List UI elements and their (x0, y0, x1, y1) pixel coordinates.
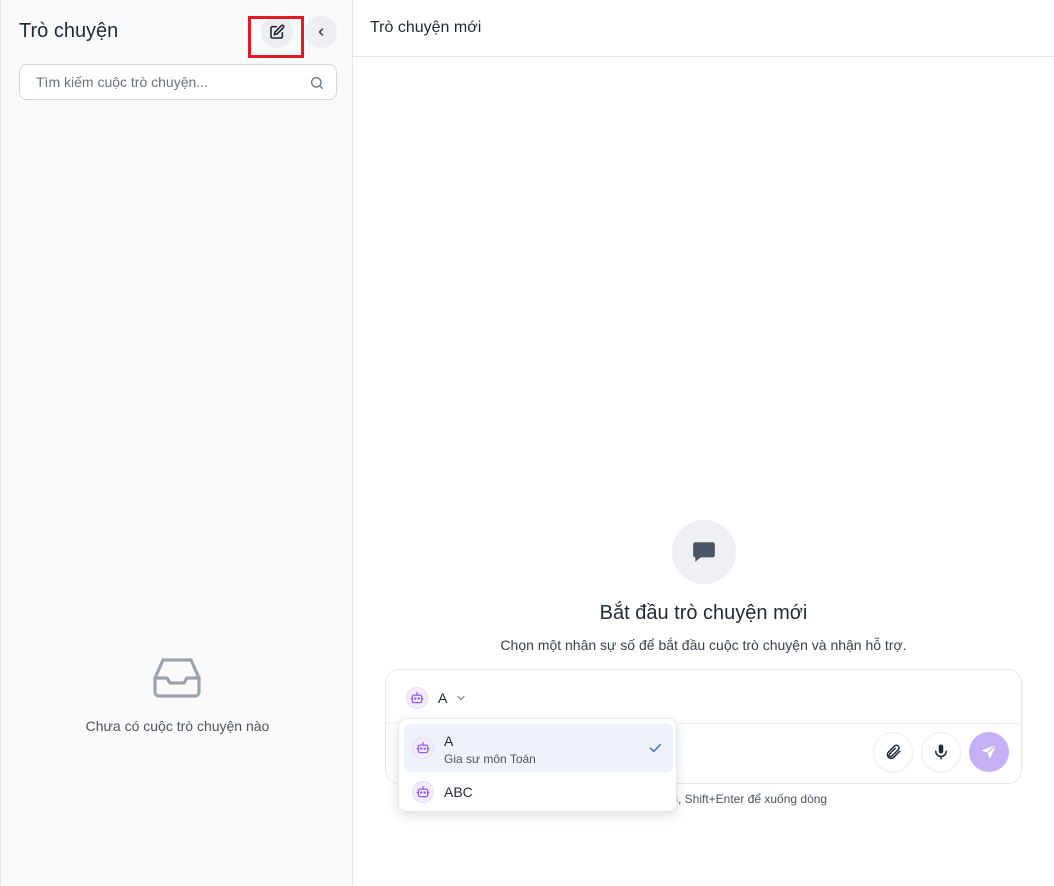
page-title: Trò chuyện mới (370, 19, 482, 36)
chat-bubble-icon (693, 542, 715, 562)
chevron-left-icon (318, 28, 324, 36)
bot-icon (416, 786, 430, 798)
chevron-down-icon (457, 695, 465, 701)
sidebar: Trò chuyện Chưa có cuộc trò chuyện nào (0, 0, 353, 886)
send-icon (981, 744, 997, 759)
selected-agent-name: A (438, 690, 448, 706)
agent-option-description: Gia sư môn Toán (444, 752, 536, 766)
search-input[interactable] (20, 65, 336, 99)
paperclip-icon (886, 744, 901, 760)
collapse-sidebar-button[interactable] (305, 16, 337, 48)
microphone-button[interactable] (921, 732, 961, 772)
chat-bubble-badge (672, 520, 736, 584)
bot-avatar (412, 781, 434, 803)
welcome-subtitle: Chọn một nhân sự số để bắt đầu cuộc trò … (500, 637, 907, 653)
app-root: Trò chuyện Chưa có cuộc trò chuyện nào (0, 0, 1054, 886)
edit-icon (270, 24, 285, 39)
inbox-icon (153, 658, 201, 698)
microphone-icon (935, 744, 947, 760)
new-chat-button[interactable] (261, 16, 293, 48)
welcome-title: Bắt đầu trò chuyện mới (599, 602, 808, 624)
agent-dropdown: A Gia sư môn Toán ABC (398, 718, 677, 812)
check-icon (649, 743, 662, 753)
agent-option-name: A (444, 733, 454, 749)
bot-avatar (406, 687, 428, 709)
empty-state-text: Chưa có cuộc trò chuyện nào (85, 718, 270, 734)
agent-option-a[interactable]: A Gia sư môn Toán (404, 724, 673, 772)
sidebar-title: Trò chuyện (19, 20, 119, 42)
attach-button[interactable] (873, 732, 913, 772)
main-header: Trò chuyện mới (353, 0, 1054, 57)
search-icon[interactable] (309, 75, 325, 91)
agent-option-abc[interactable]: ABC (404, 776, 673, 808)
bot-icon (410, 692, 424, 704)
bot-icon (416, 742, 430, 754)
search-box (19, 64, 337, 100)
bot-avatar (412, 737, 434, 759)
agent-option-name: ABC (444, 784, 473, 800)
send-button[interactable] (969, 732, 1009, 772)
agent-selector[interactable]: A (406, 686, 467, 710)
